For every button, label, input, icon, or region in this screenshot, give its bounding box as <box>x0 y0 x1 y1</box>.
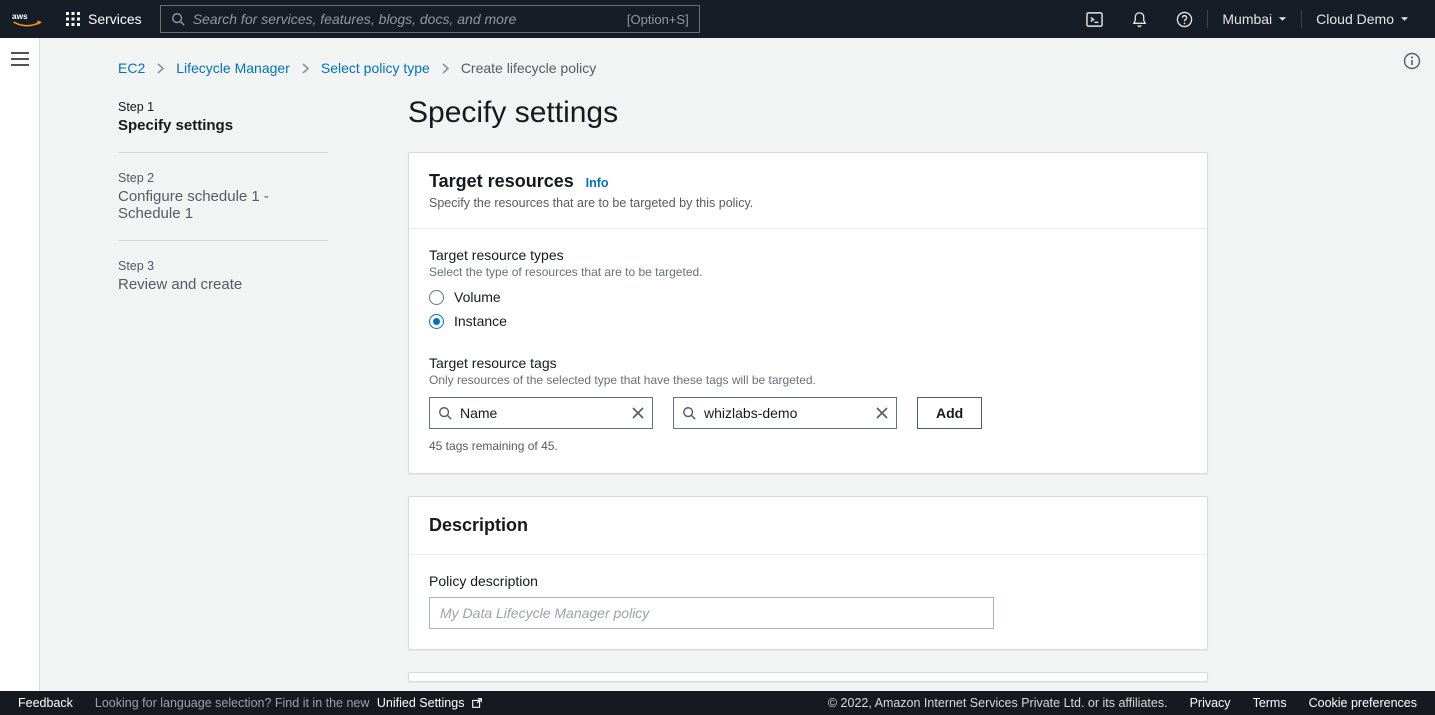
next-panel-peek <box>408 672 1208 682</box>
policy-description-label: Policy description <box>429 573 1187 589</box>
notifications-button[interactable] <box>1117 0 1162 38</box>
info-panel-toggle[interactable] <box>1403 52 1421 70</box>
resource-tags-label: Target resource tags <box>429 355 1187 371</box>
page-title: Specify settings <box>408 96 1208 130</box>
feedback-link[interactable]: Feedback <box>18 696 73 710</box>
step-1[interactable]: Step 1 Specify settings <box>118 100 328 134</box>
search-shortcut-hint: [Option+S] <box>619 12 689 27</box>
step-3-title: Review and create <box>118 276 328 293</box>
step-2-title: Configure schedule 1 - Schedule 1 <box>118 188 328 222</box>
resource-types-desc: Select the type of resources that are to… <box>429 265 1187 279</box>
breadcrumb-lifecycle-manager[interactable]: Lifecycle Manager <box>176 60 290 76</box>
global-search[interactable]: [Option+S] <box>160 5 700 33</box>
external-link-icon <box>471 697 483 709</box>
account-label: Cloud Demo <box>1316 11 1394 27</box>
policy-description-input[interactable] <box>429 597 994 629</box>
radio-instance-indicator <box>429 314 444 329</box>
region-selector[interactable]: Mumbai <box>1208 0 1301 38</box>
terms-link[interactable]: Terms <box>1253 696 1287 710</box>
breadcrumb: EC2 Lifecycle Manager Select policy type… <box>40 38 1435 76</box>
caret-down-icon <box>1278 16 1287 22</box>
footer-bar: Feedback Looking for language selection?… <box>0 691 1435 715</box>
target-resources-heading: Target resources <box>429 171 574 192</box>
target-resources-panel: Target resources Info Specify the resour… <box>408 152 1208 474</box>
add-tag-button[interactable]: Add <box>917 397 982 429</box>
cloudshell-icon <box>1086 11 1103 28</box>
svg-text:aws: aws <box>12 12 28 21</box>
aws-logo[interactable]: aws <box>12 10 54 28</box>
search-icon <box>171 12 185 26</box>
step-2[interactable]: Step 2 Configure schedule 1 - Schedule 1 <box>118 171 328 222</box>
tag-value-field[interactable] <box>673 397 897 429</box>
description-heading: Description <box>429 515 528 536</box>
search-icon <box>438 406 452 420</box>
help-button[interactable] <box>1162 0 1207 38</box>
breadcrumb-select-policy-type[interactable]: Select policy type <box>321 60 430 76</box>
step-1-label: Step 1 <box>118 100 328 114</box>
step-2-label: Step 2 <box>118 171 328 185</box>
radio-instance-label: Instance <box>454 313 507 329</box>
radio-volume[interactable]: Volume <box>429 289 1187 305</box>
language-prompt: Looking for language selection? Find it … <box>95 696 483 710</box>
menu-toggle-icon[interactable] <box>11 52 29 66</box>
resource-tags-desc: Only resources of the selected type that… <box>429 373 1187 387</box>
help-icon <box>1176 11 1193 28</box>
chevron-right-icon <box>302 63 309 74</box>
cloudshell-button[interactable] <box>1072 0 1117 38</box>
tag-key-field[interactable] <box>429 397 653 429</box>
target-resources-info-link[interactable]: Info <box>586 176 609 190</box>
global-search-input[interactable] <box>193 11 619 27</box>
services-label: Services <box>88 11 142 27</box>
target-resources-subtitle: Specify the resources that are to be tar… <box>429 196 1187 210</box>
info-icon <box>1403 52 1421 70</box>
resource-types-label: Target resource types <box>429 247 1187 263</box>
services-menu[interactable]: Services <box>54 11 154 27</box>
tags-remaining: 45 tags remaining of 45. <box>429 439 1187 453</box>
radio-instance[interactable]: Instance <box>429 313 1187 329</box>
cookie-preferences-link[interactable]: Cookie preferences <box>1309 696 1417 710</box>
top-nav: aws Services [Option+S] Mumbai <box>0 0 1435 38</box>
privacy-link[interactable]: Privacy <box>1190 696 1231 710</box>
wizard-steps: Step 1 Specify settings Step 2 Configure… <box>118 96 328 682</box>
chevron-right-icon <box>157 63 164 74</box>
unified-settings-link[interactable]: Unified Settings <box>377 696 483 710</box>
radio-volume-label: Volume <box>454 289 501 305</box>
caret-down-icon <box>1400 16 1409 22</box>
description-panel: Description Policy description <box>408 496 1208 650</box>
tag-value-input[interactable] <box>704 405 868 421</box>
services-grid-icon <box>66 12 80 26</box>
tag-key-input[interactable] <box>460 405 624 421</box>
copyright: © 2022, Amazon Internet Services Private… <box>828 696 1168 710</box>
radio-volume-indicator <box>429 290 444 305</box>
breadcrumb-ec2[interactable]: EC2 <box>118 60 145 76</box>
account-selector[interactable]: Cloud Demo <box>1302 0 1423 38</box>
chevron-right-icon <box>442 63 449 74</box>
step-3-label: Step 3 <box>118 259 328 273</box>
search-icon <box>682 406 696 420</box>
bell-icon <box>1131 11 1148 28</box>
clear-icon[interactable] <box>876 407 888 419</box>
aws-logo-icon: aws <box>12 10 42 28</box>
breadcrumb-current: Create lifecycle policy <box>461 60 596 76</box>
step-1-title: Specify settings <box>118 117 328 134</box>
region-label: Mumbai <box>1222 11 1272 27</box>
clear-icon[interactable] <box>632 407 644 419</box>
step-3[interactable]: Step 3 Review and create <box>118 259 328 293</box>
side-gutter <box>0 38 40 691</box>
